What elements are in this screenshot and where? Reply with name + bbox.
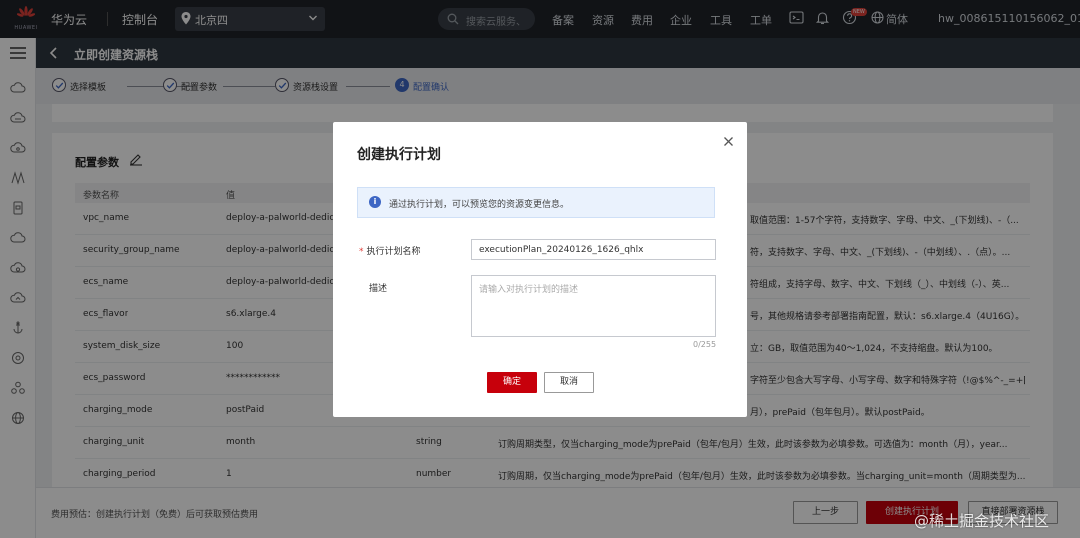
plan-name-input[interactable]: executionPlan_20240126_1626_qhlx [471, 239, 716, 260]
confirm-button[interactable]: 确定 [487, 372, 537, 393]
description-textarea[interactable]: 请输入对执行计划的描述 [471, 275, 716, 337]
close-icon[interactable] [723, 136, 734, 147]
description-label: 描述 [369, 284, 388, 294]
info-icon: i [369, 196, 381, 208]
watermark: @稀土掘金技术社区 [914, 512, 1050, 530]
create-plan-dialog: 创建执行计划 i 通过执行计划，可以预览您的资源变更信息。 * 执行计划名称 ex… [333, 122, 747, 417]
info-text: 通过执行计划，可以预览您的资源变更信息。 [389, 200, 570, 210]
plan-name-label: * 执行计划名称 [359, 244, 421, 257]
required-asterisk: * [359, 247, 364, 257]
info-banner: i 通过执行计划，可以预览您的资源变更信息。 [357, 187, 715, 218]
plan-name-label-text: 执行计划名称 [366, 247, 421, 257]
dialog-title: 创建执行计划 [357, 147, 441, 163]
cancel-button[interactable]: 取消 [544, 372, 594, 393]
char-counter: 0/255 [693, 340, 717, 349]
